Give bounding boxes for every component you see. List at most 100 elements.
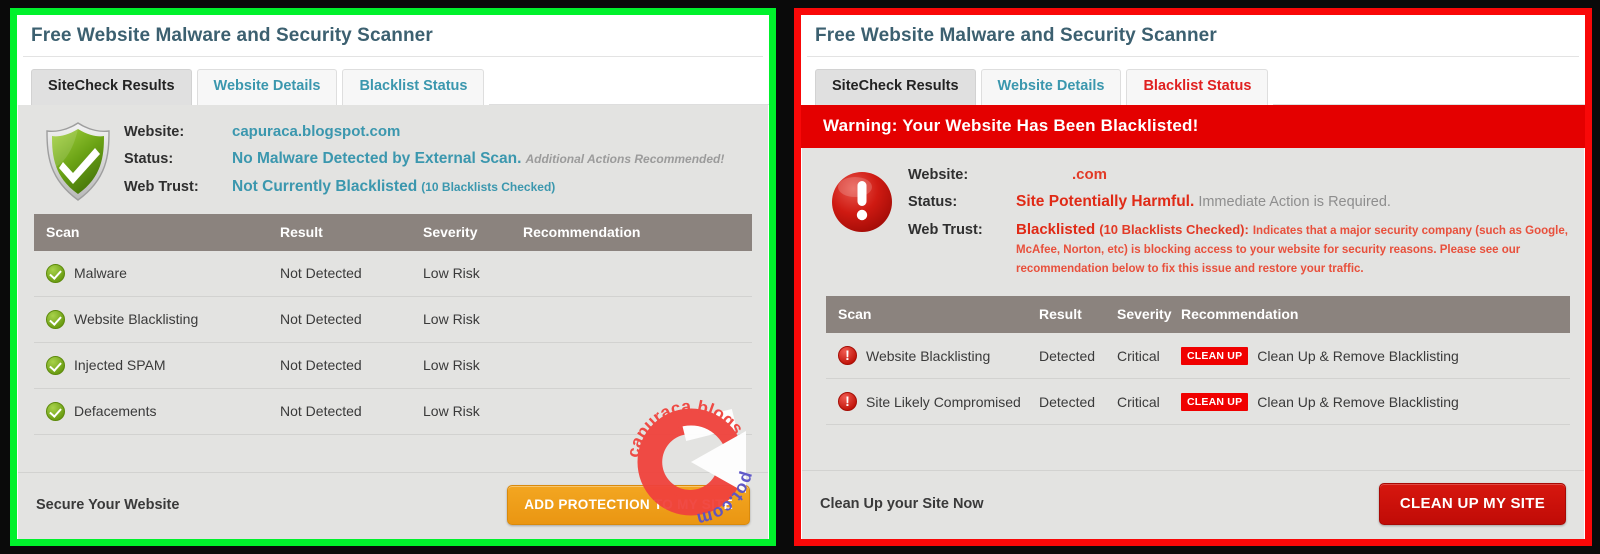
red-exclamation-circle-icon bbox=[816, 162, 908, 288]
left-status-value-wrap: No Malware Detected by External Scan. Ad… bbox=[232, 150, 724, 168]
right-col-recommendation: Recommendation bbox=[1181, 306, 1299, 323]
right-webtrust-value-wrap: Blacklisted (10 Blacklists Checked): Ind… bbox=[1016, 221, 1584, 278]
left-summary-block: Website: capuraca.blogspot.com Status: N… bbox=[18, 105, 768, 214]
right-row1-recommendation-text: Clean Up & Remove Blacklisting bbox=[1257, 393, 1459, 410]
left-website-value-wrap: capuraca.blogspot.com bbox=[232, 123, 400, 140]
screenshot-stage: Free Website Malware and Security Scanne… bbox=[0, 0, 1600, 554]
right-tabstrip-filler bbox=[1273, 103, 1585, 105]
left-row2-result: Not Detected bbox=[280, 357, 362, 374]
left-col-severity: Severity bbox=[423, 223, 478, 240]
left-row2-severity: Low Risk bbox=[423, 357, 480, 374]
left-row3-result: Not Detected bbox=[280, 403, 362, 420]
left-row0-scan-cell: Malware bbox=[34, 263, 280, 283]
tab-blacklist-status[interactable]: Blacklist Status bbox=[342, 69, 485, 105]
right-webtrust-label: Web Trust: bbox=[908, 221, 983, 238]
left-status-label: Status: bbox=[124, 150, 174, 167]
right-scan-panel: Free Website Malware and Security Scanne… bbox=[790, 0, 1600, 554]
left-panel-body: Website: capuraca.blogspot.com Status: N… bbox=[18, 104, 768, 539]
tab-sitecheck-results[interactable]: SiteCheck Results bbox=[815, 69, 976, 105]
tab-website-details[interactable]: Website Details bbox=[196, 69, 338, 105]
left-webtrust-value-wrap: Not Currently Blacklisted (10 Blacklists… bbox=[232, 178, 555, 196]
right-row1-result: Detected bbox=[1039, 393, 1096, 410]
left-row0-result: Not Detected bbox=[280, 265, 362, 282]
tab-sitecheck-results[interactable]: SiteCheck Results bbox=[31, 69, 192, 105]
table-row: Defacements Not Detected Low Risk bbox=[34, 389, 752, 435]
right-webtrust-note: (10 Blacklists Checked): bbox=[1099, 221, 1249, 237]
left-footer-label: Secure Your Website bbox=[36, 497, 180, 513]
right-footer-label: Clean Up your Site Now bbox=[820, 496, 984, 512]
red-exclamation-icon bbox=[838, 392, 857, 412]
left-panel-green-frame: Free Website Malware and Security Scanne… bbox=[10, 8, 776, 546]
green-check-icon bbox=[46, 355, 65, 375]
left-col-recommendation: Recommendation bbox=[523, 223, 641, 240]
right-row0-scan-label: Website Blacklisting bbox=[866, 347, 991, 364]
left-status-field: Status: No Malware Detected by External … bbox=[124, 150, 768, 168]
green-check-icon bbox=[46, 401, 65, 421]
right-website-link[interactable]: .com bbox=[1016, 166, 1107, 183]
left-webtrust-field: Web Trust: Not Currently Blacklisted (10… bbox=[124, 178, 768, 196]
right-website-field: Website: .com bbox=[908, 166, 1584, 183]
right-panel-body: Website: .com Status: Site Potentially H… bbox=[802, 147, 1584, 539]
right-status-note: Immediate Action is Required. bbox=[1198, 193, 1391, 210]
right-status-value: Site Potentially Harmful. bbox=[1016, 192, 1195, 210]
green-check-icon bbox=[46, 309, 65, 329]
left-website-field: Website: capuraca.blogspot.com bbox=[124, 123, 768, 140]
right-summary-fields: Website: .com Status: Site Potentially H… bbox=[908, 162, 1584, 288]
left-scan-table: Scan Result Severity Recommendation Malw… bbox=[18, 213, 768, 435]
left-webtrust-note: (10 Blacklists Checked) bbox=[421, 179, 556, 194]
clean-up-chip[interactable]: CLEAN UP bbox=[1181, 392, 1249, 412]
clean-up-my-site-button[interactable]: CLEAN UP MY SITE bbox=[1378, 483, 1566, 525]
left-row1-scan-label: Website Blacklisting bbox=[74, 311, 199, 328]
left-scanner-card: Free Website Malware and Security Scanne… bbox=[17, 15, 769, 539]
right-scanner-card: Free Website Malware and Security Scanne… bbox=[801, 15, 1585, 539]
left-row1-scan-cell: Website Blacklisting bbox=[34, 309, 280, 329]
green-shield-check-icon bbox=[32, 119, 124, 206]
right-website-label: Website: bbox=[908, 166, 969, 183]
right-webtrust-field: Web Trust: Blacklisted (10 Blacklists Ch… bbox=[908, 221, 1584, 278]
table-row: Malware Not Detected Low Risk bbox=[34, 251, 752, 297]
right-row0-result: Detected bbox=[1039, 347, 1096, 364]
right-status-field: Status: Site Potentially Harmful. Immedi… bbox=[908, 193, 1584, 211]
table-row: Injected SPAM Not Detected Low Risk bbox=[34, 343, 752, 389]
left-tabstrip: SiteCheck Results Website Details Blackl… bbox=[17, 57, 769, 105]
left-table-header: Scan Result Severity Recommendation bbox=[34, 213, 752, 251]
right-page-title: Free Website Malware and Security Scanne… bbox=[815, 25, 1217, 46]
right-row1-severity: Critical bbox=[1117, 393, 1160, 410]
right-row0-scan-cell: Website Blacklisting bbox=[826, 346, 1039, 366]
right-webtrust-value: Blacklisted bbox=[1016, 220, 1096, 238]
table-row: Website Blacklisting Detected Critical C… bbox=[826, 333, 1570, 380]
blacklist-warning-banner: Warning: Your Website Has Been Blacklist… bbox=[801, 104, 1585, 148]
tab-website-details[interactable]: Website Details bbox=[980, 69, 1122, 105]
tab-blacklist-status[interactable]: Blacklist Status bbox=[1126, 69, 1269, 105]
right-col-result: Result bbox=[1039, 306, 1082, 323]
left-footer: Secure Your Website ADD PROTECTION TO MY… bbox=[18, 472, 768, 539]
left-status-note: Additional Actions Recommended! bbox=[525, 151, 725, 166]
right-summary-block: Website: .com Status: Site Potentially H… bbox=[802, 148, 1584, 296]
right-website-value-wrap: .com bbox=[1016, 166, 1107, 183]
right-row1-scan-cell: Site Likely Compromised bbox=[826, 392, 1039, 412]
right-status-label: Status: bbox=[908, 193, 958, 210]
left-website-link[interactable]: capuraca.blogspot.com bbox=[232, 123, 400, 140]
clean-up-chip[interactable]: CLEAN UP bbox=[1181, 346, 1249, 366]
left-col-scan: Scan bbox=[46, 223, 80, 240]
left-row1-severity: Low Risk bbox=[423, 311, 480, 328]
right-row1-scan-label: Site Likely Compromised bbox=[866, 393, 1021, 410]
add-protection-button[interactable]: ADD PROTECTION TO MY SITE bbox=[507, 485, 750, 525]
right-row0-severity: Critical bbox=[1117, 347, 1160, 364]
right-scan-table: Scan Result Severity Recommendation Webs… bbox=[802, 296, 1584, 426]
left-row3-severity: Low Risk bbox=[423, 403, 480, 420]
right-col-severity: Severity bbox=[1117, 306, 1172, 323]
red-exclamation-icon bbox=[838, 346, 857, 366]
table-row: Site Likely Compromised Detected Critica… bbox=[826, 379, 1570, 426]
left-webtrust-label: Web Trust: bbox=[124, 178, 199, 195]
left-website-label: Website: bbox=[124, 123, 185, 140]
right-row0-recommendation-text: Clean Up & Remove Blacklisting bbox=[1257, 347, 1459, 364]
left-row3-scan-label: Defacements bbox=[74, 403, 157, 420]
left-scan-panel: Free Website Malware and Security Scanne… bbox=[0, 0, 784, 554]
right-table-header: Scan Result Severity Recommendation bbox=[826, 296, 1570, 334]
left-row0-severity: Low Risk bbox=[423, 265, 480, 282]
right-status-value-wrap: Site Potentially Harmful. Immediate Acti… bbox=[1016, 193, 1391, 211]
left-summary-fields: Website: capuraca.blogspot.com Status: N… bbox=[124, 119, 768, 206]
left-row1-result: Not Detected bbox=[280, 311, 362, 328]
right-tabstrip: SiteCheck Results Website Details Blackl… bbox=[801, 57, 1585, 105]
